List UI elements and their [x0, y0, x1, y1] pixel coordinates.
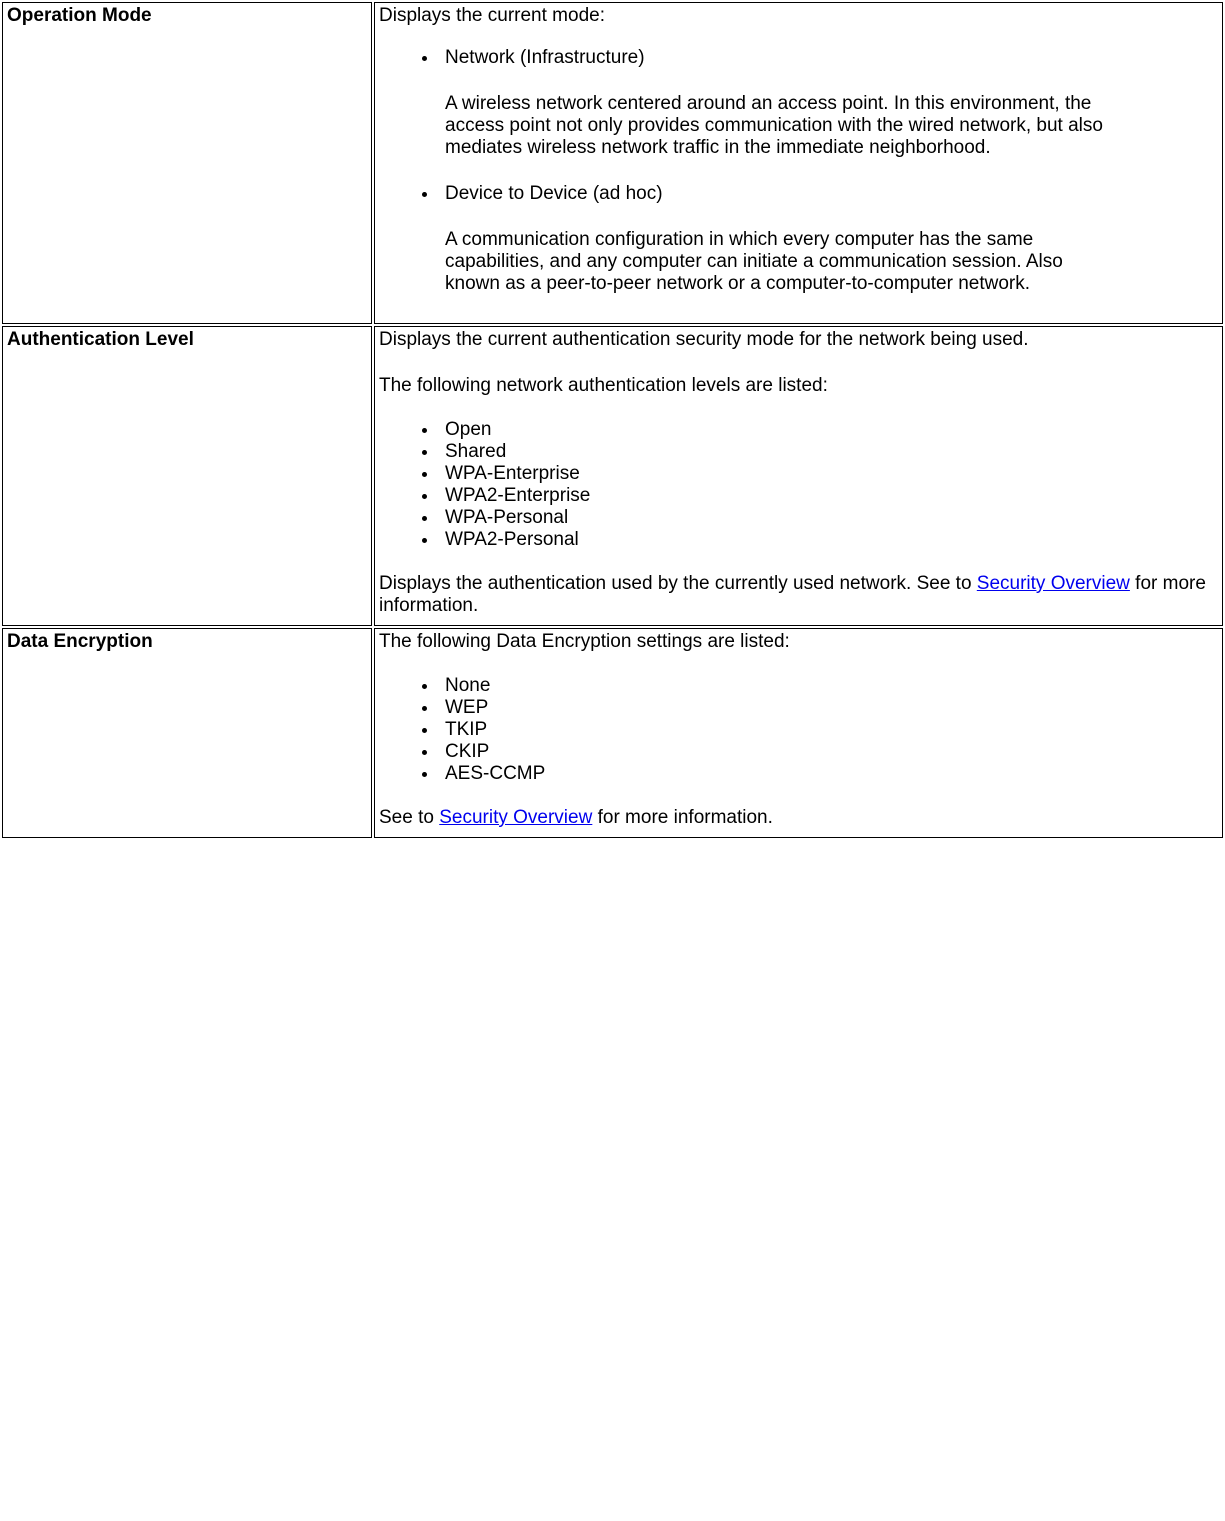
security-overview-link[interactable]: Security Overview — [977, 573, 1130, 594]
list-item: WPA-Enterprise — [439, 463, 1218, 485]
auth-outro: Displays the authentication used by the … — [379, 573, 1218, 617]
table-row: Operation Mode Displays the current mode… — [2, 2, 1223, 324]
op-mode-item-desc: A communication configuration in which e… — [445, 229, 1218, 295]
auth-intro1: Displays the current authentication secu… — [379, 329, 1218, 351]
op-mode-item-title: Network (Infrastructure) — [445, 47, 645, 68]
list-item: WPA-Personal — [439, 507, 1218, 529]
auth-outro-pre: Displays the authentication used by the … — [379, 573, 977, 594]
list-item: AES-CCMP — [439, 763, 1218, 785]
row-desc-auth-level: Displays the current authentication secu… — [374, 326, 1223, 626]
row-desc-operation-mode: Displays the current mode: Network (Infr… — [374, 2, 1223, 324]
enc-outro-post: for more information. — [592, 807, 773, 828]
list-item: TKIP — [439, 719, 1218, 741]
enc-outro: See to Security Overview for more inform… — [379, 807, 1218, 829]
enc-settings-list: None WEP TKIP CKIP AES-CCMP — [439, 675, 1218, 785]
list-item: CKIP — [439, 741, 1218, 763]
list-item: WPA2-Enterprise — [439, 485, 1218, 507]
list-item: Device to Device (ad hoc) A communicatio… — [439, 183, 1218, 295]
enc-intro: The following Data Encryption settings a… — [379, 631, 1218, 653]
table-row: Authentication Level Displays the curren… — [2, 326, 1223, 626]
list-item: Network (Infrastructure) A wireless netw… — [439, 47, 1218, 159]
auth-levels-list: Open Shared WPA-Enterprise WPA2-Enterpri… — [439, 419, 1218, 551]
auth-intro2: The following network authentication lev… — [379, 375, 1218, 397]
list-item: Open — [439, 419, 1218, 441]
list-item: Shared — [439, 441, 1218, 463]
settings-table: Operation Mode Displays the current mode… — [0, 0, 1225, 840]
op-mode-intro: Displays the current mode: — [379, 5, 1218, 27]
list-item: WEP — [439, 697, 1218, 719]
list-item: WPA2-Personal — [439, 529, 1218, 551]
row-label-auth-level: Authentication Level — [2, 326, 372, 626]
table-row: Data Encryption The following Data Encry… — [2, 628, 1223, 838]
list-item: None — [439, 675, 1218, 697]
op-mode-list: Network (Infrastructure) A wireless netw… — [439, 47, 1218, 295]
op-mode-item-title: Device to Device (ad hoc) — [445, 183, 663, 204]
enc-outro-pre: See to — [379, 807, 439, 828]
row-label-operation-mode: Operation Mode — [2, 2, 372, 324]
security-overview-link[interactable]: Security Overview — [439, 807, 592, 828]
row-desc-data-encryption: The following Data Encryption settings a… — [374, 628, 1223, 838]
row-label-data-encryption: Data Encryption — [2, 628, 372, 838]
op-mode-item-desc: A wireless network centered around an ac… — [445, 93, 1218, 159]
